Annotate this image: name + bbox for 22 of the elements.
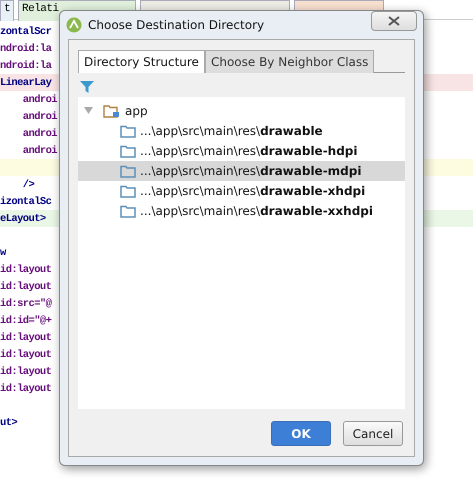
code-line: id:layout — [0, 348, 52, 360]
code-line: ndroid:la — [0, 60, 52, 72]
code-line: androi — [22, 94, 58, 106]
code-line: izontalSc — [0, 196, 52, 208]
code-line: id:layout — [0, 280, 52, 292]
code-line: ut> — [0, 416, 18, 428]
code-line: id:layout — [0, 382, 52, 394]
code-line: id:layout — [0, 264, 52, 276]
code-line: androi — [22, 128, 58, 140]
code-line: eLayout> — [0, 212, 46, 224]
code-line: id:layout — [0, 332, 52, 344]
code-line: w — [0, 246, 6, 258]
code-line: ndroid:la — [0, 42, 52, 54]
code-line: /> — [22, 178, 34, 190]
window-title: Choose Destination Directory — [88, 18, 266, 32]
code-line: id:layout — [0, 366, 52, 378]
code-line: LinearLay — [0, 76, 52, 88]
code-line: id:src="@ — [0, 298, 52, 310]
code-line: id:id="@+ — [0, 314, 52, 326]
code-line: zontalScr — [0, 26, 52, 38]
code-line: androi — [22, 110, 58, 122]
code-line: androi — [22, 144, 58, 156]
